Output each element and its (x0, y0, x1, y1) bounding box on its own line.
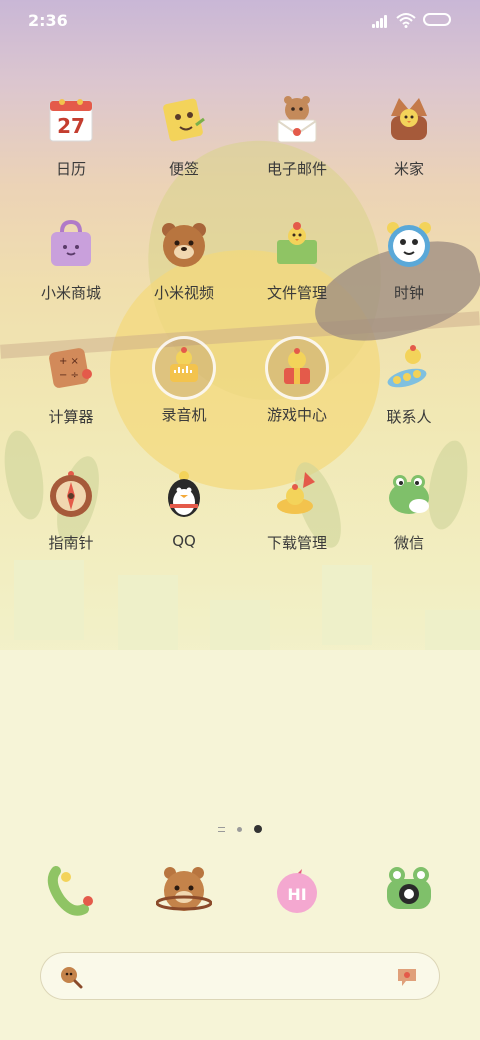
app-label: QQ (172, 532, 196, 550)
app-label: 指南针 (48, 534, 94, 552)
svg-text:27: 27 (57, 114, 85, 138)
app-label: 电子邮件 (266, 160, 327, 178)
dock-messages[interactable] (156, 862, 212, 918)
app-contacts[interactable]: 联系人 (359, 340, 459, 427)
hi-bubble-icon: HI (277, 869, 317, 913)
app-mijia[interactable]: 米家 (359, 92, 459, 179)
app-clock[interactable]: 时钟 (359, 216, 459, 303)
recorder-icon (152, 336, 216, 400)
calculator-icon: + × − ÷ (43, 340, 99, 396)
app-label: 下载管理 (266, 534, 327, 552)
dock-hi[interactable]: HI (269, 862, 325, 918)
app-calendar[interactable]: 27 日历 (21, 92, 121, 179)
dock-camera[interactable] (381, 862, 437, 918)
game-center-icon (265, 336, 329, 400)
page-dot-1[interactable] (218, 826, 225, 832)
app-label: 游戏中心 (266, 406, 327, 424)
app-compass[interactable]: 指南针 (21, 466, 121, 553)
app-label: 时钟 (393, 284, 424, 302)
compass-icon (43, 466, 99, 522)
penguin-icon (156, 466, 212, 522)
contacts-icon (381, 340, 437, 396)
cellular-signal-icon (372, 14, 390, 28)
search-icon[interactable] (59, 965, 83, 989)
shopping-bag-icon (43, 216, 99, 272)
app-label: 微信 (393, 534, 424, 552)
frog-chat-icon (381, 466, 437, 522)
app-qq[interactable]: QQ (134, 466, 234, 550)
bear-video-icon (156, 216, 212, 272)
app-notes[interactable]: 便签 (134, 92, 234, 179)
app-label: 计算器 (48, 408, 94, 426)
app-email[interactable]: 电子邮件 (247, 92, 347, 179)
app-calculator[interactable]: + × − ÷ 计算器 (21, 340, 121, 427)
app-label: 录音机 (161, 406, 207, 424)
calendar-icon: 27 (43, 92, 99, 148)
app-label: 小米视频 (153, 284, 214, 302)
app-label: 日历 (55, 160, 86, 178)
mijia-icon (381, 92, 437, 148)
app-mi-video[interactable]: 小米视频 (134, 216, 234, 303)
page-dot-3-active[interactable] (254, 825, 262, 833)
status-bar: 2:36 (0, 0, 480, 42)
wifi-icon (396, 13, 416, 28)
svg-text:HI: HI (287, 885, 306, 904)
page-indicator[interactable] (0, 822, 480, 836)
battery-icon (423, 13, 451, 26)
app-downloads[interactable]: 下载管理 (247, 466, 347, 553)
voice-icon[interactable] (395, 965, 419, 989)
app-label: 文件管理 (266, 284, 327, 302)
dock-phone[interactable] (43, 862, 99, 918)
frog-camera-icon (387, 867, 431, 909)
app-game-center[interactable]: 游戏中心 (247, 336, 347, 425)
status-time: 2:36 (28, 11, 68, 30)
app-recorder[interactable]: 录音机 (134, 336, 234, 425)
download-icon (269, 466, 325, 522)
app-label: 小米商城 (40, 284, 101, 302)
app-label: 便签 (168, 160, 199, 178)
app-mi-store[interactable]: 小米商城 (21, 216, 121, 303)
email-icon (269, 92, 325, 148)
svg-text:− ÷: − ÷ (59, 370, 79, 381)
bear-planet-icon (156, 867, 212, 911)
clock-icon (381, 216, 437, 272)
app-file-manager[interactable]: 文件管理 (247, 216, 347, 303)
page-dot-2[interactable] (237, 826, 242, 832)
svg-text:+ ×: + × (59, 356, 79, 367)
app-label: 米家 (393, 160, 424, 178)
app-wechat[interactable]: 微信 (359, 466, 459, 553)
phone-icon (47, 866, 93, 916)
folder-icon (269, 216, 325, 272)
notes-icon (156, 92, 212, 148)
search-bar[interactable] (40, 952, 440, 1000)
app-label: 联系人 (386, 408, 432, 426)
